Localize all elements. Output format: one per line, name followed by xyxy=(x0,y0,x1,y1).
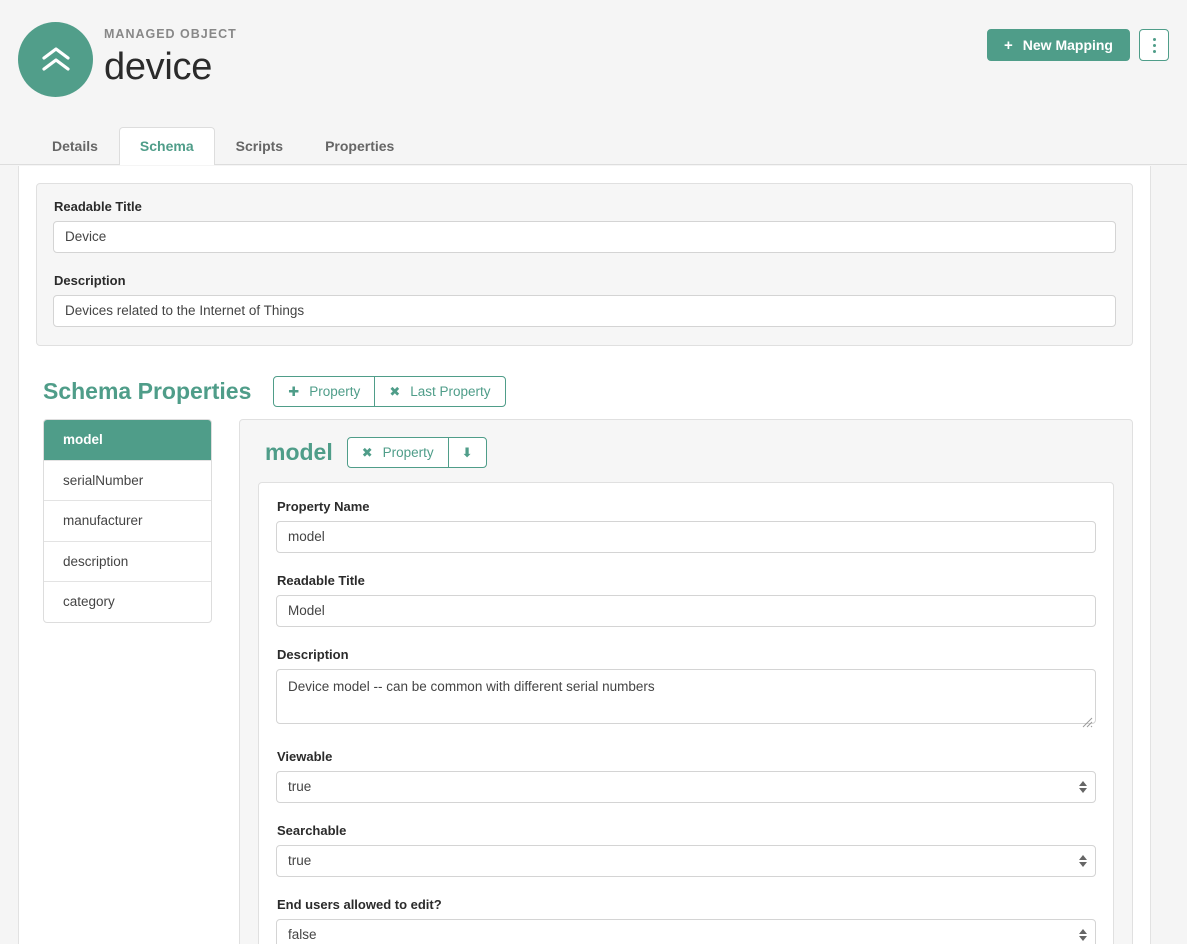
readable-title-label: Readable Title xyxy=(54,199,142,214)
searchable-select-wrapper: true xyxy=(276,845,1096,877)
remove-property-button[interactable]: ✖ Property xyxy=(346,437,449,468)
title-block: MANAGED OBJECT device xyxy=(104,28,237,88)
property-name-label: Property Name xyxy=(277,499,370,514)
tab-bar: Details Schema Scripts Properties xyxy=(0,124,1187,165)
schema-tab-panel: Readable Title Device Description Device… xyxy=(18,166,1151,944)
vertical-ellipsis-icon xyxy=(1152,37,1156,41)
schema-properties-body: model serialNumber manufacturer descript… xyxy=(43,419,1133,944)
property-fields: Property Name model Readable Title Model… xyxy=(258,482,1114,944)
description-label: Description xyxy=(54,273,126,288)
tab-properties[interactable]: Properties xyxy=(304,127,415,165)
avatar xyxy=(18,22,93,97)
viewable-label: Viewable xyxy=(277,749,333,764)
enduser-edit-label: End users allowed to edit? xyxy=(277,897,442,912)
schema-properties-actions: ✚ Property ✖ Last Property xyxy=(273,376,506,407)
property-description-textarea[interactable] xyxy=(276,669,1096,724)
viewable-select-wrapper: true xyxy=(276,771,1096,803)
header-actions: + New Mapping xyxy=(987,29,1169,61)
vertical-ellipsis-icon xyxy=(1152,49,1156,53)
list-item[interactable]: serialNumber xyxy=(44,459,211,501)
property-description-wrapper xyxy=(276,669,1096,729)
double-chevron-up-icon xyxy=(39,45,73,75)
property-detail-panel: model ✖ Property ⬇ Property Name model R… xyxy=(239,419,1133,944)
overflow-menu-button[interactable] xyxy=(1139,29,1169,61)
list-item[interactable]: manufacturer xyxy=(44,500,211,541)
description-input[interactable]: Devices related to the Internet of Thing… xyxy=(53,295,1116,327)
tab-scripts[interactable]: Scripts xyxy=(215,127,304,165)
page-title: device xyxy=(104,45,213,88)
property-detail-header: model ✖ Property ⬇ xyxy=(265,437,1114,468)
property-readable-title-input[interactable]: Model xyxy=(276,595,1096,627)
property-description-label: Description xyxy=(277,647,349,662)
schema-properties-header: Schema Properties ✚ Property ✖ Last Prop… xyxy=(43,376,1133,407)
plus-icon: + xyxy=(1004,36,1013,54)
times-icon: ✖ xyxy=(361,445,373,460)
remove-property-label: Property xyxy=(382,445,434,460)
property-detail-title: model xyxy=(265,439,333,465)
readable-title-input[interactable]: Device xyxy=(53,221,1116,253)
list-item[interactable]: model xyxy=(44,420,211,460)
searchable-select[interactable]: true xyxy=(276,845,1096,877)
searchable-label: Searchable xyxy=(277,823,347,838)
property-detail-actions: ✖ Property ⬇ xyxy=(346,437,487,468)
add-property-label: Property xyxy=(309,384,361,399)
add-property-button[interactable]: ✚ Property xyxy=(273,376,376,407)
vertical-ellipsis-icon xyxy=(1152,43,1156,47)
remove-last-property-label: Last Property xyxy=(410,384,491,399)
page-header: MANAGED OBJECT device + New Mapping xyxy=(0,0,1187,112)
list-item[interactable]: description xyxy=(44,540,211,582)
property-readable-title-label: Readable Title xyxy=(277,573,365,588)
tab-schema[interactable]: Schema xyxy=(118,127,215,165)
new-mapping-button[interactable]: + New Mapping xyxy=(987,29,1130,61)
viewable-select[interactable]: true xyxy=(276,771,1096,803)
property-name-input[interactable]: model xyxy=(276,521,1096,553)
times-icon: ✖ xyxy=(389,384,401,399)
plus-icon: ✚ xyxy=(288,384,300,399)
enduser-edit-select-wrapper: false xyxy=(276,919,1096,944)
breadcrumb-eyebrow: MANAGED OBJECT xyxy=(104,27,237,41)
move-property-down-button[interactable]: ⬇ xyxy=(447,437,487,468)
new-mapping-label: New Mapping xyxy=(1022,37,1113,53)
remove-last-property-button[interactable]: ✖ Last Property xyxy=(374,376,506,407)
managed-object-form: Readable Title Device Description Device… xyxy=(36,183,1133,346)
property-list: model serialNumber manufacturer descript… xyxy=(43,419,212,623)
arrow-down-icon: ⬇ xyxy=(461,445,473,460)
list-item[interactable]: category xyxy=(44,581,211,622)
schema-properties-heading: Schema Properties xyxy=(43,378,252,404)
page-root: MANAGED OBJECT device + New Mapping Deta… xyxy=(0,0,1187,944)
enduser-edit-select[interactable]: false xyxy=(276,919,1096,944)
tab-details[interactable]: Details xyxy=(31,127,119,165)
